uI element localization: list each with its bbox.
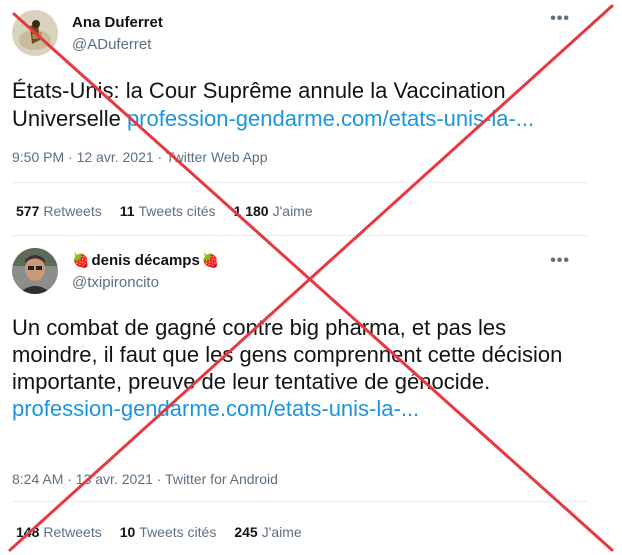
likes-count: 245	[234, 524, 258, 540]
likes-stat[interactable]: 245 J'aime	[234, 524, 301, 540]
avatar[interactable]	[12, 10, 58, 56]
avatar-image	[12, 248, 58, 294]
likes-stat[interactable]: 1 180 J'aime	[234, 203, 313, 219]
tweet-link[interactable]: profession-gendarme.com/etats-unis-la-..…	[127, 106, 534, 131]
engagement-stats: 577 Retweets 11 Tweets cités 1 180 J'aime	[16, 203, 313, 219]
likes-label: J'aime	[261, 524, 302, 540]
display-name[interactable]: 🍓 denis décamps 🍓	[72, 252, 219, 269]
quotes-stat[interactable]: 10 Tweets cités	[120, 524, 217, 540]
strawberry-emoji-icon: 🍓	[201, 252, 220, 268]
display-name-text: denis décamps	[91, 252, 200, 269]
retweets-label: Retweets	[43, 203, 102, 219]
retweets-stat[interactable]: 577 Retweets	[16, 203, 102, 219]
divider	[12, 182, 588, 183]
more-options-icon[interactable]: •••	[550, 10, 570, 28]
retweets-count: 577	[16, 203, 40, 219]
likes-count: 1 180	[233, 203, 269, 219]
tweet-meta[interactable]: 9:50 PM · 12 avr. 2021 · Twitter Web App	[12, 149, 268, 165]
avatar-image	[12, 10, 58, 56]
tweet-link[interactable]: profession-gendarme.com/etats-unis-la-..…	[12, 396, 419, 421]
likes-label: J'aime	[272, 203, 313, 219]
quotes-label: Tweets cités	[139, 524, 217, 540]
user-handle[interactable]: @txipironcito	[72, 274, 159, 291]
display-name[interactable]: Ana Duferret	[72, 14, 163, 31]
tweet-text-content: Un combat de gagné contre big pharma, et…	[12, 315, 563, 394]
tweet-2: 🍓 denis décamps 🍓 @txipironcito ••• Un c…	[0, 236, 598, 555]
divider	[12, 501, 588, 502]
quotes-count: 11	[119, 203, 135, 219]
avatar[interactable]	[12, 248, 58, 294]
strawberry-emoji-icon: 🍓	[72, 252, 90, 268]
more-options-icon[interactable]: •••	[550, 252, 570, 270]
retweets-stat[interactable]: 148 Retweets	[16, 524, 102, 540]
tweet-text: États-Unis: la Cour Suprême annule la Va…	[12, 77, 592, 133]
tweet-text: Un combat de gagné contre big pharma, et…	[12, 314, 592, 422]
tweet-meta[interactable]: 8:24 AM · 13 avr. 2021 · Twitter for And…	[12, 471, 278, 487]
tweet-1: Ana Duferret @ADuferret ••• États-Unis: …	[0, 0, 598, 236]
user-handle[interactable]: @ADuferret	[72, 36, 151, 53]
engagement-stats: 148 Retweets 10 Tweets cités 245 J'aime	[16, 524, 302, 540]
quotes-stat[interactable]: 11 Tweets cités	[120, 203, 216, 219]
retweets-count: 148	[16, 524, 40, 540]
quotes-label: Tweets cités	[138, 203, 216, 219]
quotes-count: 10	[119, 524, 136, 540]
retweets-label: Retweets	[43, 524, 102, 540]
